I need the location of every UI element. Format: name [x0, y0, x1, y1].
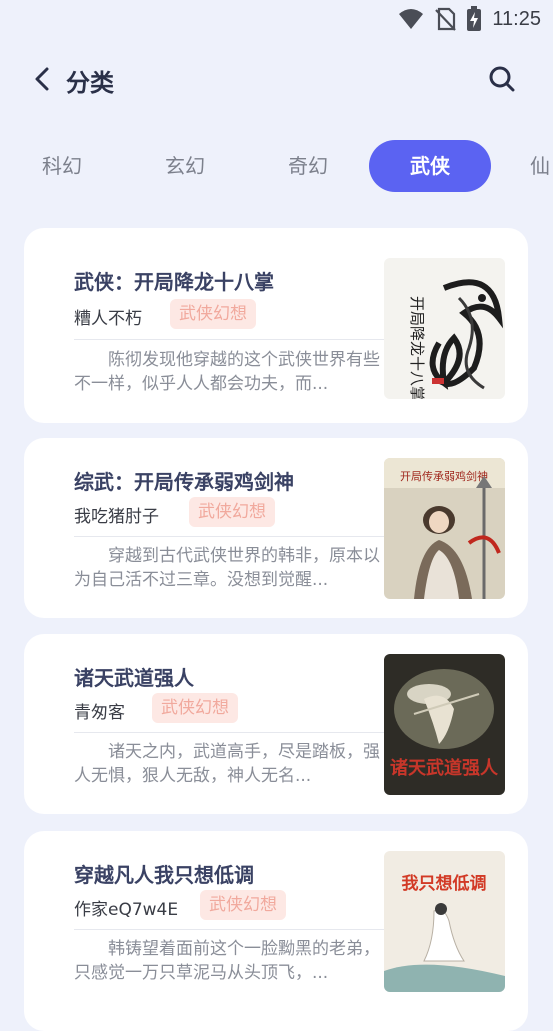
chevron-left-icon[interactable]: [28, 64, 58, 94]
divider: [74, 536, 384, 537]
book-title: 诸天武道强人: [74, 666, 194, 690]
book-author: 青匆客: [74, 703, 125, 723]
book-card[interactable]: 诸天武道强人 青匆客 武侠幻想 诸天之内，武道高手，尽是踏板，强人无惧，狠人无敌…: [24, 634, 528, 814]
book-description: 诸天之内，武道高手，尽是踏板，强人无惧，狠人无敌，神人无名...: [74, 742, 380, 786]
status-time: 11:25: [492, 7, 541, 30]
divider: [74, 929, 384, 930]
book-card[interactable]: 综武：开局传承弱鸡剑神 我吃猪肘子 武侠幻想 穿越到古代武侠世界的韩非，原本以为…: [24, 438, 528, 618]
book-description: 韩铸望着面前这个一脸黝黑的老弟，只感觉一万只草泥马从头顶飞，...: [74, 939, 380, 983]
battery-charging-icon: [467, 6, 482, 31]
book-title: 穿越凡人我只想低调: [74, 863, 254, 887]
status-bar: 11:25: [0, 0, 553, 38]
book-author: 糟人不朽: [74, 309, 142, 329]
cover-text: 诸天武道强人: [390, 757, 499, 779]
genre-tag: 武侠幻想: [152, 693, 238, 723]
category-tabs: 科幻 玄幻 奇幻 武侠 仙: [0, 140, 553, 192]
genre-tag: 武侠幻想: [170, 299, 256, 329]
book-title: 综武：开局传承弱鸡剑神: [74, 470, 294, 494]
page-title: 分类: [66, 69, 114, 97]
wifi-icon: [399, 9, 424, 29]
book-author: 作家eQ7w4E: [74, 900, 179, 920]
book-description: 穿越到古代武侠世界的韩非，原本以为自己活不过三章。没想到觉醒...: [74, 546, 380, 590]
book-cover: 我只想低调: [384, 851, 505, 992]
cover-text: 开局传承弱鸡剑神: [400, 469, 488, 483]
tab-xianxia[interactable]: 仙: [520, 140, 553, 192]
tab-wuxia[interactable]: 武侠: [369, 140, 491, 192]
no-sim-icon: [435, 7, 457, 31]
divider: [74, 732, 384, 733]
header: 分类: [0, 54, 553, 104]
book-cover: 开局降龙十八掌: [384, 258, 505, 399]
book-card[interactable]: 穿越凡人我只想低调 作家eQ7w4E 武侠幻想 韩铸望着面前这个一脸黝黑的老弟，…: [24, 831, 528, 1031]
cover-text: 开局降龙十八掌: [408, 296, 426, 399]
tab-fantasy[interactable]: 奇幻: [266, 140, 350, 192]
book-cover: 开局传承弱鸡剑神: [384, 458, 505, 599]
book-card[interactable]: 武侠：开局降龙十八掌 糟人不朽 武侠幻想 陈彻发现他穿越的这个武侠世界有些不一样…: [24, 228, 528, 423]
divider: [74, 339, 384, 340]
book-description: 陈彻发现他穿越的这个武侠世界有些不一样，似乎人人都会功夫，而...: [74, 350, 380, 394]
book-author: 我吃猪肘子: [74, 507, 159, 527]
cover-text: 我只想低调: [402, 873, 487, 894]
book-title: 武侠：开局降龙十八掌: [74, 270, 274, 294]
genre-tag: 武侠幻想: [189, 497, 275, 527]
tab-scifi[interactable]: 科幻: [20, 140, 104, 192]
genre-tag: 武侠幻想: [200, 890, 286, 920]
search-icon[interactable]: [487, 64, 517, 94]
book-cover: 诸天武道强人: [384, 654, 505, 795]
tab-xuanhuan[interactable]: 玄幻: [143, 140, 227, 192]
